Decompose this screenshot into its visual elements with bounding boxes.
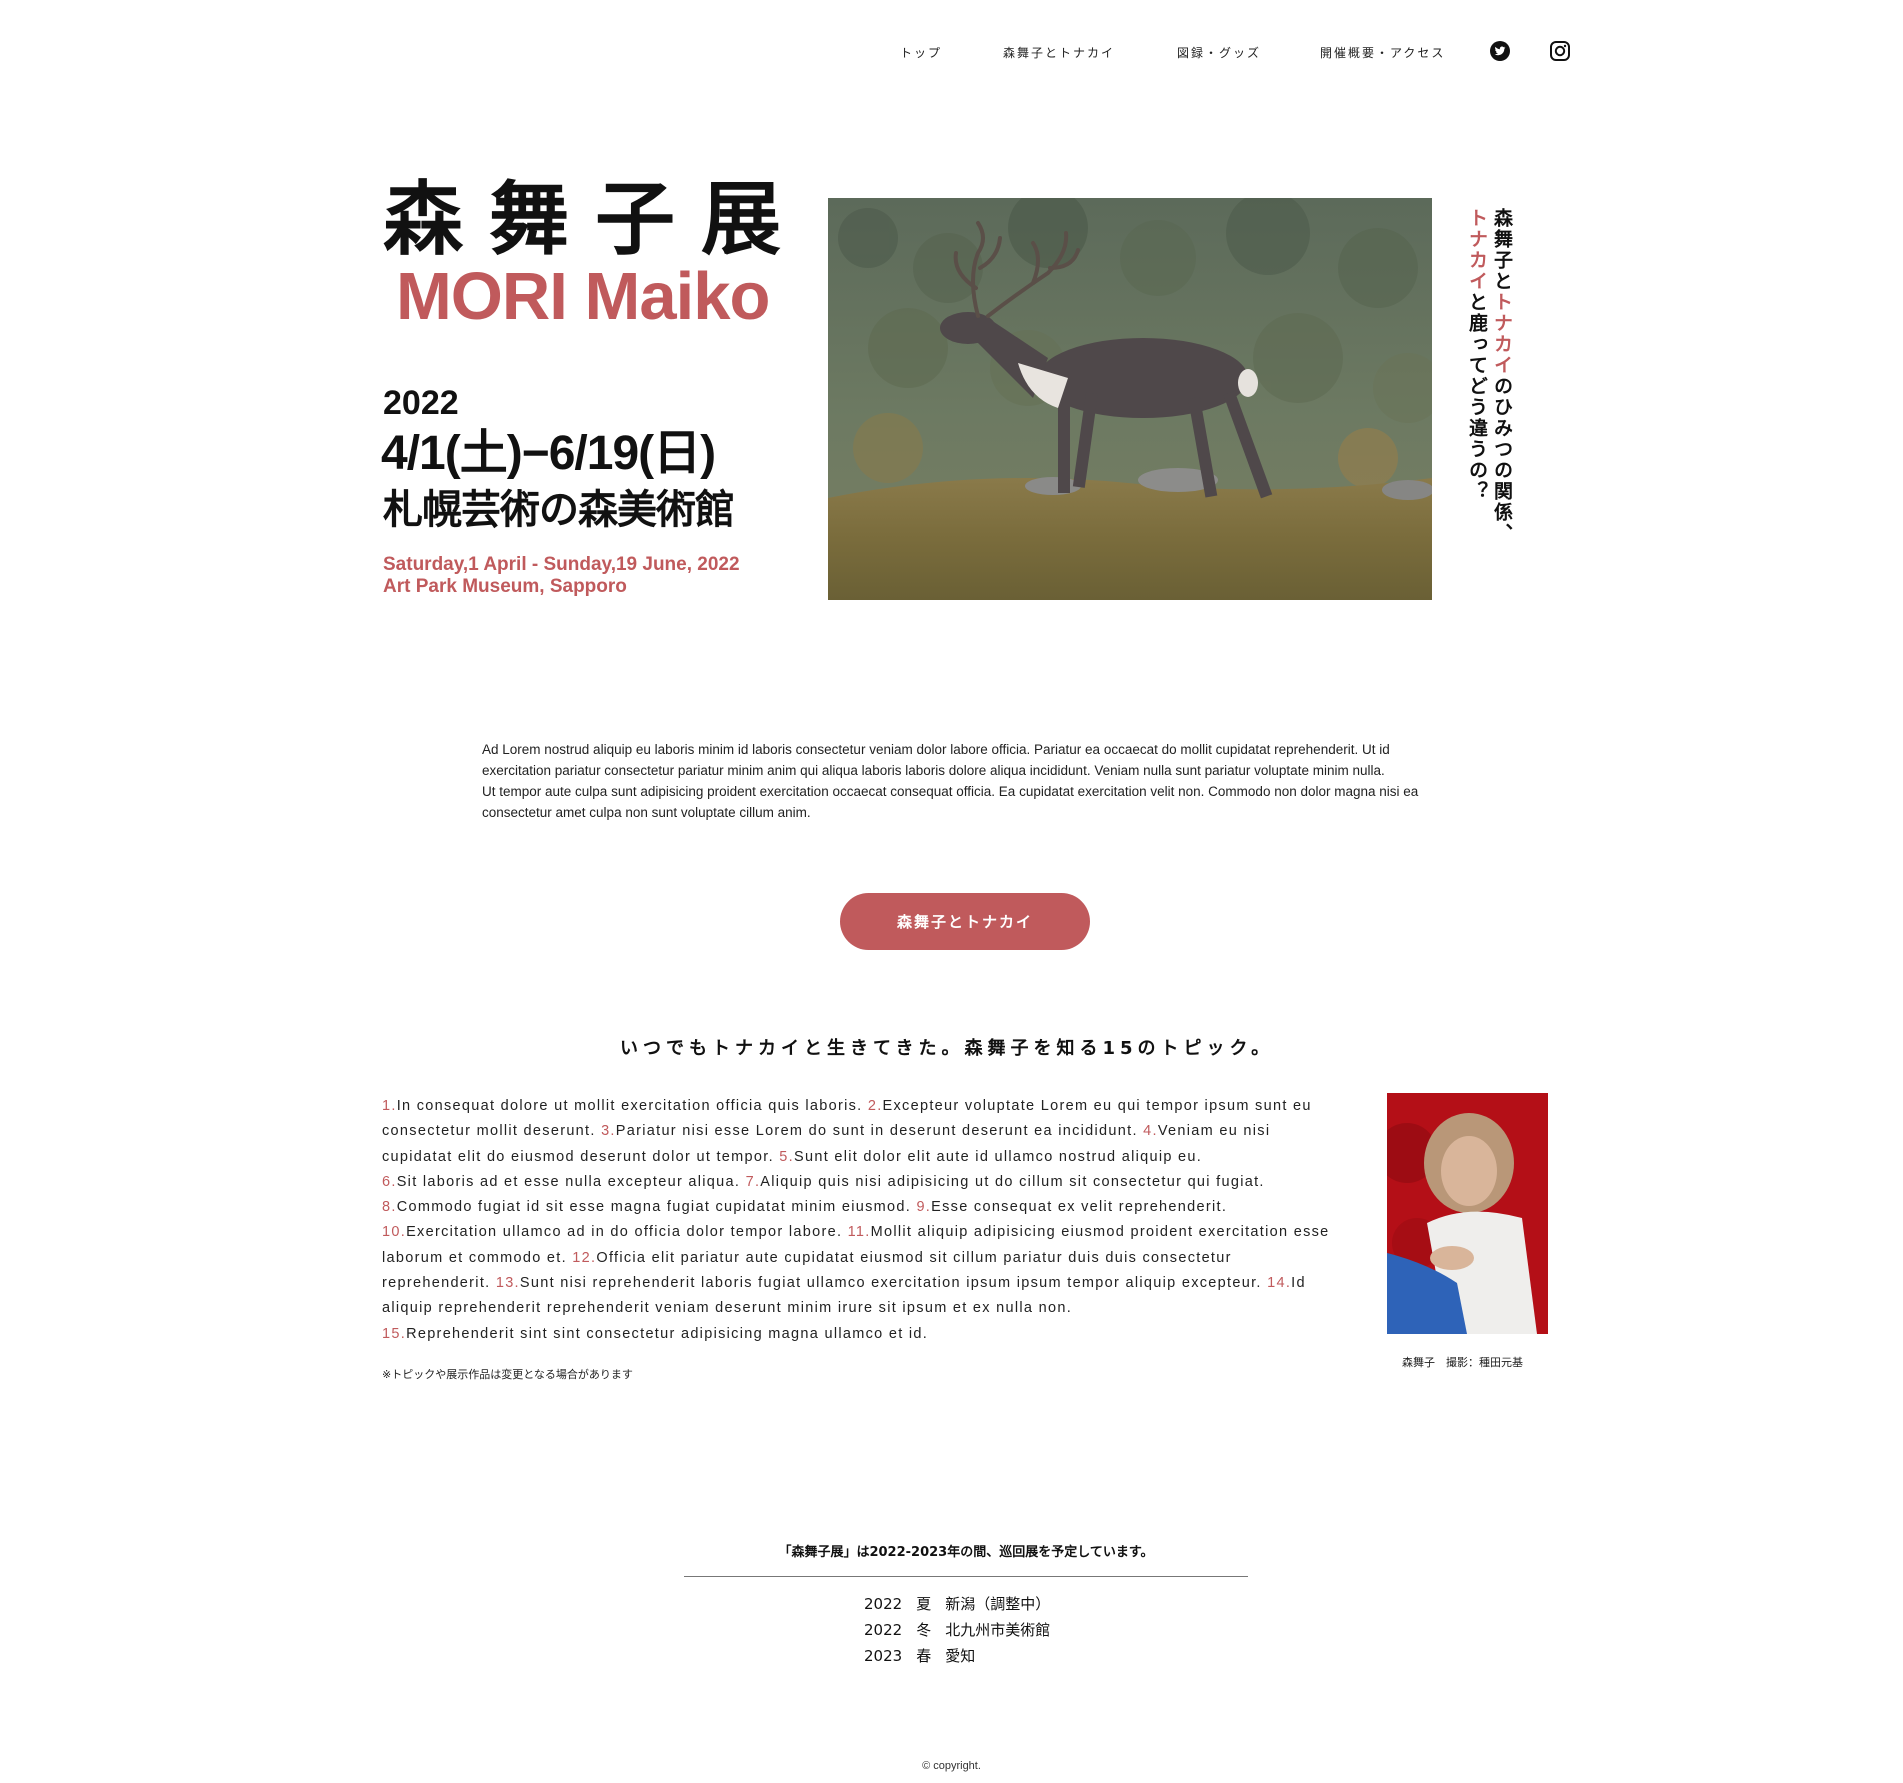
vertical-copy-line1-accent: トナカイ bbox=[1491, 292, 1513, 376]
topic-text: Commodo fugiat id sit esse magna fugiat … bbox=[396, 1199, 912, 1216]
twitter-icon[interactable] bbox=[1489, 40, 1511, 62]
topic-text: Sunt nisi reprehenderit laboris fugiat u… bbox=[519, 1275, 1262, 1292]
copyright: © copyright. bbox=[922, 1760, 981, 1772]
topic-number: 8. bbox=[382, 1199, 397, 1216]
tour-year: 2022 bbox=[864, 1621, 903, 1639]
topic-number: 9. bbox=[916, 1199, 932, 1216]
vertical-copy-line2-b: と鹿ってどう違うの？ bbox=[1466, 292, 1488, 502]
tour-season: 夏 bbox=[916, 1595, 932, 1613]
exhibition-dates-en: Saturday,1 April - Sunday,19 June, 2022 bbox=[383, 554, 740, 575]
nav-item-top[interactable]: トップ bbox=[900, 44, 942, 61]
global-nav: トップ 森舞子とトナカイ 図録・グッズ 開催概要・アクセス bbox=[900, 40, 1580, 64]
topic-number: 14. bbox=[1267, 1275, 1292, 1292]
tour-year: 2023 bbox=[864, 1647, 903, 1665]
exhibition-venue-en: Art Park Museum, Sapporo bbox=[383, 576, 627, 597]
vertical-copy-line2: トナカイと鹿ってどう違うの？ bbox=[1465, 208, 1489, 502]
topics-list: 1.In consequat dolore ut mollit exercita… bbox=[382, 1094, 1342, 1347]
exhibition-title: 森舞子展 bbox=[383, 173, 807, 266]
intro-paragraph: Ad Lorem nostrud aliquip eu laboris mini… bbox=[482, 742, 1390, 778]
tour-place: 北九州市美術館 bbox=[945, 1621, 1051, 1639]
nav-item-catalog-goods[interactable]: 図録・グッズ bbox=[1177, 44, 1261, 61]
instagram-icon[interactable] bbox=[1549, 40, 1571, 62]
nav-item-reindeer[interactable]: 森舞子とトナカイ bbox=[1003, 44, 1115, 61]
tour-row: 2023 春愛知 bbox=[864, 1643, 1064, 1669]
vertical-copy-line1-c: のひみつの関係、 bbox=[1491, 376, 1513, 544]
nav-item-overview-access[interactable]: 開催概要・アクセス bbox=[1320, 44, 1445, 61]
exhibition-dates: 4/1(土)−6/19(日) bbox=[381, 427, 716, 480]
topic-number: 1. bbox=[382, 1098, 397, 1114]
topic-number: 7. bbox=[745, 1173, 761, 1190]
topic-number: 4. bbox=[1143, 1123, 1158, 1140]
topic-text: Exercitation ullamco ad in do officia do… bbox=[406, 1224, 843, 1241]
tour-place: 新潟（調整中） bbox=[945, 1595, 1051, 1613]
portrait-caption: 森舞子 撮影：種田元基 bbox=[1402, 1356, 1523, 1369]
topic-text: Aliquip quis nisi adipisicing ut do cill… bbox=[760, 1173, 1265, 1190]
intro-paragraph: Ut tempor aute culpa sunt adipisicing pr… bbox=[482, 784, 1419, 820]
exhibition-year: 2022 bbox=[383, 384, 459, 422]
tour-heading: 「森舞子展」は2022-2023年の間、巡回展を予定しています。 bbox=[778, 1545, 1154, 1560]
topic-number: 6. bbox=[382, 1173, 397, 1190]
tour-place: 愛知 bbox=[945, 1647, 976, 1665]
topic-number: 15. bbox=[382, 1325, 407, 1342]
topic-number: 2. bbox=[867, 1098, 883, 1114]
topic-text: Reprehenderit sint sint consectetur adip… bbox=[406, 1325, 929, 1342]
divider bbox=[684, 1576, 1248, 1577]
topics-heading: いつでもトナカイと生きてきた。森舞子を知る15のトピック。 bbox=[620, 1038, 1275, 1059]
vertical-copy-line1: 森舞子とトナカイのひみつの関係、 bbox=[1490, 208, 1514, 544]
tour-season: 冬 bbox=[916, 1621, 932, 1639]
exhibition-title-en: MORI Maiko bbox=[396, 259, 770, 334]
topic-text: Sit laboris ad et esse nulla excepteur a… bbox=[396, 1173, 741, 1190]
topic-text: Sunt elit dolor elit aute id ullamco nos… bbox=[794, 1148, 1203, 1165]
tour-row: 2022 夏新潟（調整中） bbox=[864, 1591, 1064, 1617]
vertical-copy-line2-accent: トナカイ bbox=[1466, 208, 1488, 292]
topic-number: 10. bbox=[382, 1224, 407, 1241]
topic-text: In consequat dolore ut mollit exercitati… bbox=[396, 1098, 863, 1114]
topics-note: ※トピックや展示作品は変更となる場合があります bbox=[382, 1368, 633, 1381]
topic-number: 5. bbox=[779, 1148, 794, 1165]
topic-number: 12. bbox=[572, 1249, 597, 1266]
topic-number: 3. bbox=[601, 1123, 616, 1140]
tour-row: 2022 冬北九州市美術館 bbox=[864, 1617, 1064, 1643]
tour-schedule: 2022 夏新潟（調整中） 2022 冬北九州市美術館 2023 春愛知 bbox=[864, 1591, 1064, 1669]
artist-portrait bbox=[1387, 1093, 1548, 1334]
topic-text: Esse consequat ex velit reprehenderit. bbox=[931, 1199, 1228, 1216]
intro-text: Ad Lorem nostrud aliquip eu laboris mini… bbox=[482, 739, 1428, 823]
reindeer-photo bbox=[828, 198, 1432, 600]
tour-season: 春 bbox=[916, 1647, 932, 1665]
exhibition-venue: 札幌芸術の森美術館 bbox=[383, 487, 735, 533]
tour-year: 2022 bbox=[864, 1595, 903, 1613]
topic-number: 11. bbox=[847, 1224, 871, 1241]
topic-number: 13. bbox=[495, 1275, 520, 1292]
topic-text: Pariatur nisi esse Lorem do sunt in dese… bbox=[615, 1123, 1138, 1140]
vertical-copy-line1-a: 森舞子と bbox=[1491, 208, 1513, 292]
reindeer-cta-button[interactable]: 森舞子とトナカイ bbox=[840, 893, 1090, 950]
